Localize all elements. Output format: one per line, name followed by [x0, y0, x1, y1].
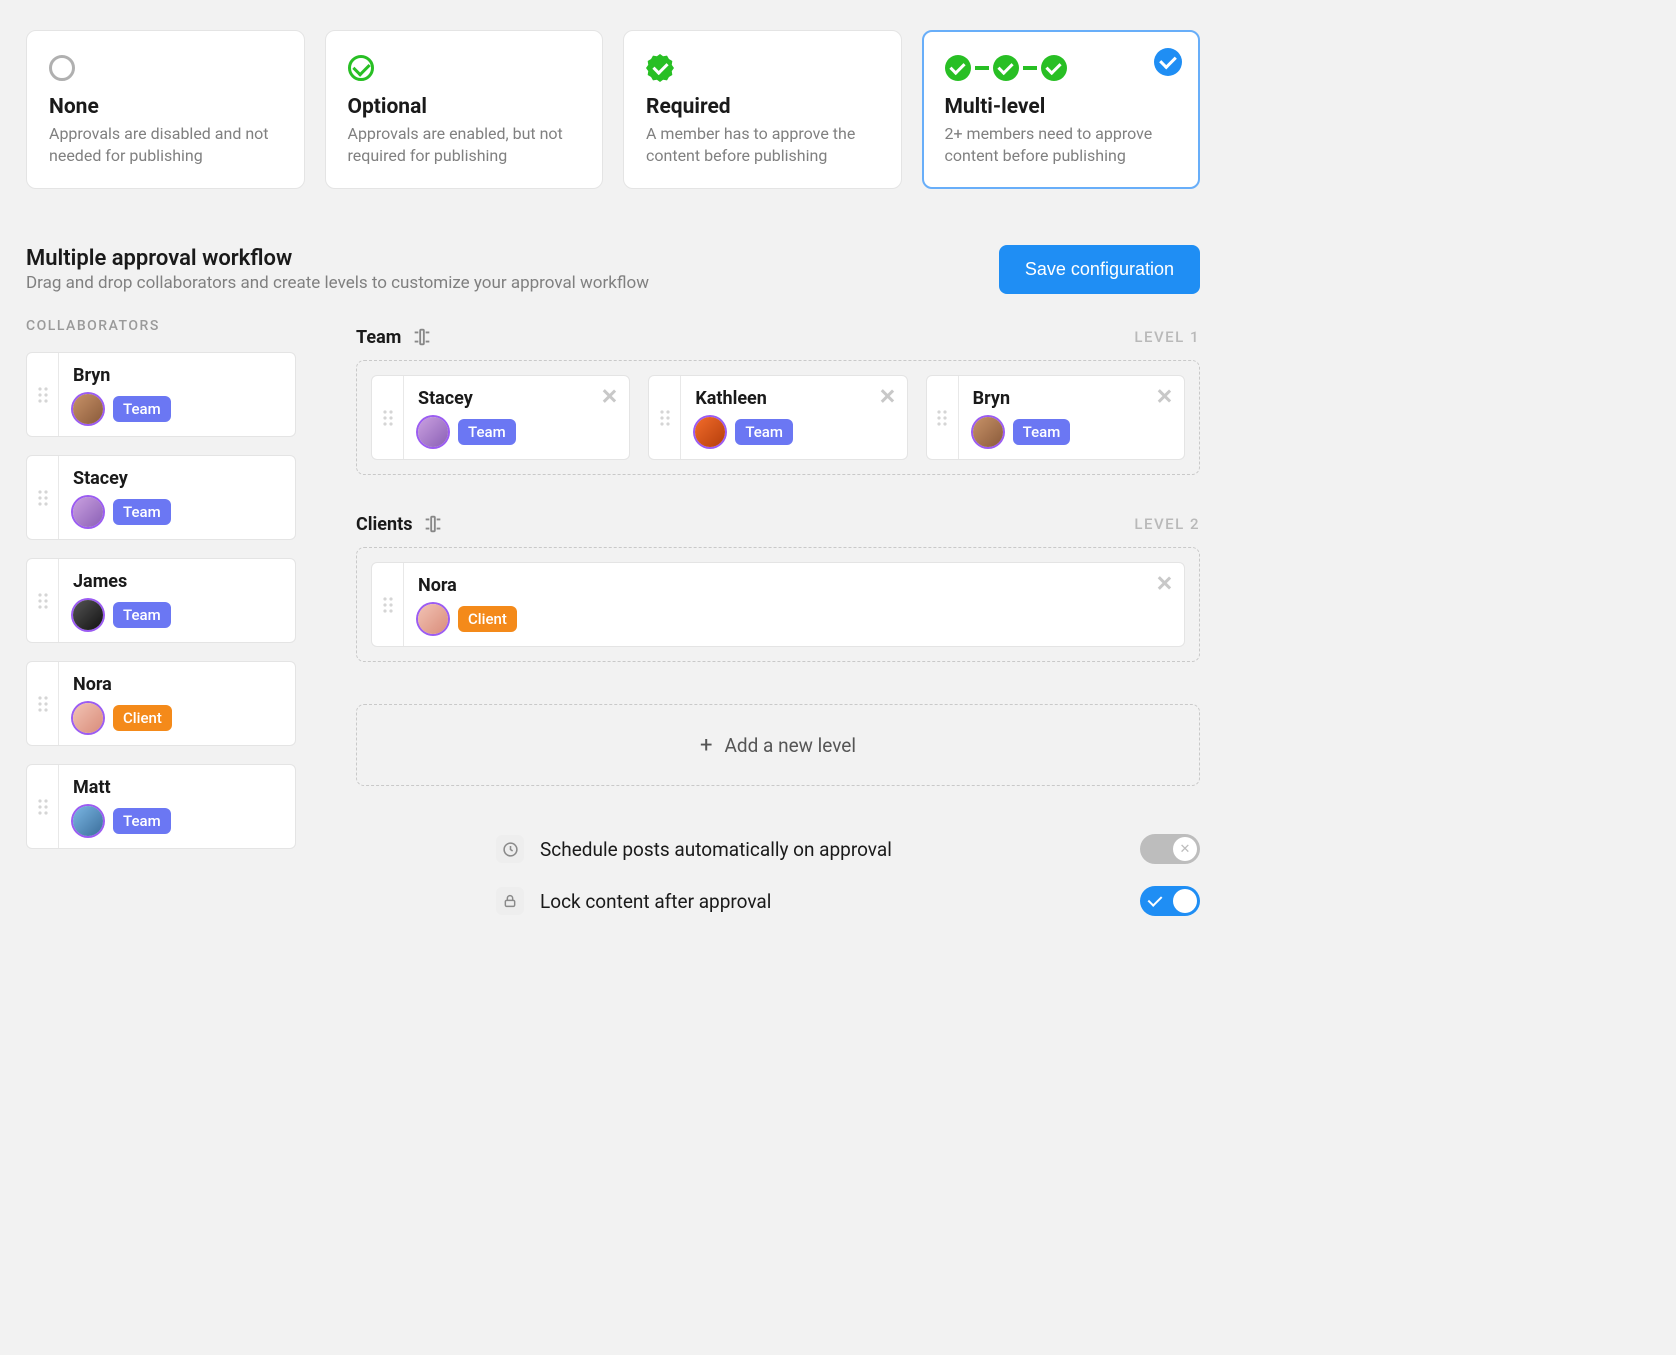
multi-level-icon	[945, 55, 1067, 81]
role-chip: Client	[113, 705, 172, 731]
drag-handle-icon[interactable]	[27, 559, 59, 642]
rename-icon[interactable]	[411, 326, 433, 348]
remove-icon[interactable]	[599, 386, 619, 406]
option-none[interactable]: None Approvals are disabled and not need…	[26, 30, 305, 189]
level-header: Clients LEVEL 2	[356, 513, 1200, 535]
level-name: Clients	[356, 514, 412, 535]
setting-schedule: Schedule posts automatically on approval…	[496, 834, 1200, 864]
collaborators-heading: COLLABORATORS	[26, 318, 296, 334]
person-card[interactable]: Kathleen Team	[648, 375, 907, 460]
role-chip: Team	[458, 419, 516, 445]
avatar	[418, 604, 448, 634]
person-card[interactable]: James Team	[26, 558, 296, 643]
avatar	[73, 600, 103, 630]
person-card[interactable]: Stacey Team	[371, 375, 630, 460]
option-optional[interactable]: Optional Approvals are enabled, but not …	[325, 30, 604, 189]
drag-handle-icon[interactable]	[927, 376, 959, 459]
option-multi-desc: 2+ members need to approve content befor…	[945, 123, 1178, 166]
person-name: Nora	[418, 575, 1168, 596]
person-name: Kathleen	[695, 388, 890, 409]
person-card[interactable]: Bryn Team	[26, 352, 296, 437]
remove-icon[interactable]	[1154, 386, 1174, 406]
selected-check-icon	[1154, 48, 1182, 76]
optional-icon	[348, 55, 374, 81]
remove-icon[interactable]	[1154, 573, 1174, 593]
avatar	[695, 417, 725, 447]
drag-handle-icon[interactable]	[372, 376, 404, 459]
drag-handle-icon[interactable]	[649, 376, 681, 459]
avatar	[418, 417, 448, 447]
person-name: Stacey	[73, 468, 279, 489]
person-name: Bryn	[73, 365, 279, 386]
add-level-button[interactable]: + Add a new level	[356, 704, 1200, 786]
person-card[interactable]: Nora Client	[371, 562, 1185, 647]
add-level-label: Add a new level	[724, 734, 856, 757]
person-name: James	[73, 571, 279, 592]
levels-column: Team LEVEL 1 Stacey Team Kathleen	[356, 318, 1200, 938]
role-chip: Team	[113, 808, 171, 834]
level-dropzone[interactable]: Nora Client	[356, 547, 1200, 662]
approval-option-row: None Approvals are disabled and not need…	[0, 30, 1226, 189]
role-chip: Client	[458, 606, 517, 632]
level-badge: LEVEL 2	[1134, 515, 1200, 533]
drag-handle-icon[interactable]	[27, 662, 59, 745]
workflow-settings: Schedule posts automatically on approval…	[356, 834, 1200, 916]
role-chip: Team	[113, 499, 171, 525]
option-none-desc: Approvals are disabled and not needed fo…	[49, 123, 282, 166]
setting-lock: Lock content after approval	[496, 886, 1200, 916]
person-name: Nora	[73, 674, 279, 695]
rename-icon[interactable]	[422, 513, 444, 535]
person-name: Bryn	[973, 388, 1168, 409]
person-name: Matt	[73, 777, 279, 798]
role-chip: Team	[113, 396, 171, 422]
role-chip: Team	[735, 419, 793, 445]
avatar	[73, 806, 103, 836]
person-card[interactable]: Stacey Team	[26, 455, 296, 540]
clock-icon	[496, 835, 524, 863]
workflow-subtitle: Drag and drop collaborators and create l…	[26, 273, 649, 293]
person-name: Stacey	[418, 388, 613, 409]
setting-lock-label: Lock content after approval	[540, 890, 771, 913]
avatar	[973, 417, 1003, 447]
workflow-header: Multiple approval workflow Drag and drop…	[0, 189, 1226, 294]
option-required-title: Required	[646, 95, 879, 119]
level-name: Team	[356, 327, 401, 348]
drag-handle-icon[interactable]	[27, 353, 59, 436]
level-header: Team LEVEL 1	[356, 326, 1200, 348]
collaborators-column: COLLABORATORS Bryn Team Stacey Team	[26, 318, 296, 938]
drag-handle-icon[interactable]	[27, 456, 59, 539]
none-icon	[49, 55, 75, 81]
setting-schedule-label: Schedule posts automatically on approval	[540, 838, 892, 861]
avatar	[73, 394, 103, 424]
role-chip: Team	[1013, 419, 1071, 445]
drag-handle-icon[interactable]	[372, 563, 404, 646]
plus-icon: +	[700, 733, 712, 758]
avatar	[73, 497, 103, 527]
role-chip: Team	[113, 602, 171, 628]
option-required[interactable]: Required A member has to approve the con…	[623, 30, 902, 189]
option-none-title: None	[49, 95, 282, 119]
save-configuration-button[interactable]: Save configuration	[999, 245, 1200, 294]
lock-icon	[496, 887, 524, 915]
option-multi-level[interactable]: Multi-level 2+ members need to approve c…	[922, 30, 1201, 189]
remove-icon[interactable]	[877, 386, 897, 406]
option-optional-title: Optional	[348, 95, 581, 119]
required-icon	[646, 54, 674, 82]
option-multi-title: Multi-level	[945, 95, 1178, 119]
option-required-desc: A member has to approve the content befo…	[646, 123, 879, 166]
person-card[interactable]: Nora Client	[26, 661, 296, 746]
setting-schedule-toggle[interactable]: ✕	[1140, 834, 1200, 864]
person-card[interactable]: Bryn Team	[926, 375, 1185, 460]
level-badge: LEVEL 1	[1134, 328, 1200, 346]
drag-handle-icon[interactable]	[27, 765, 59, 848]
workflow-title: Multiple approval workflow	[26, 246, 649, 271]
option-optional-desc: Approvals are enabled, but not required …	[348, 123, 581, 166]
setting-lock-toggle[interactable]	[1140, 886, 1200, 916]
avatar	[73, 703, 103, 733]
level-dropzone[interactable]: Stacey Team Kathleen Team Bryn	[356, 360, 1200, 475]
person-card[interactable]: Matt Team	[26, 764, 296, 849]
